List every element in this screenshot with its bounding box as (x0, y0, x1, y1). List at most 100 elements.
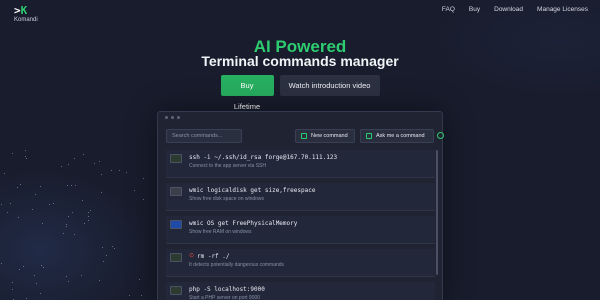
star (41, 223, 43, 225)
star (139, 279, 141, 281)
command-row[interactable]: php -S localhost:9000 Start a PHP server … (166, 282, 435, 300)
star (100, 192, 102, 194)
star (66, 184, 68, 186)
hero-subtitle: Terminal commands manager (201, 53, 399, 69)
search-input[interactable] (166, 129, 242, 143)
cmd-icon (170, 187, 182, 196)
star (52, 202, 54, 204)
star (60, 166, 62, 168)
command-row[interactable]: wmic logicaldisk get size,freespace Show … (166, 183, 435, 211)
command-description: Show free RAM on windows (189, 229, 252, 235)
command-text: php -S localhost:9000 (189, 286, 265, 293)
ask-command-button[interactable]: Ask me a command (360, 129, 434, 143)
star (3, 173, 5, 175)
star (34, 274, 36, 276)
new-command-button[interactable]: New command (295, 129, 355, 143)
star (71, 212, 73, 214)
command-list: ssh -i ~/.ssh/id_rsa forge@167.70.111.12… (166, 150, 435, 300)
star (74, 157, 76, 159)
star (39, 185, 41, 187)
command-text: wmic OS get FreePhysicalMemory (189, 220, 298, 227)
star (32, 209, 34, 211)
star (98, 161, 100, 163)
nav-faq[interactable]: FAQ (442, 6, 455, 13)
terminal-icon (170, 253, 182, 262)
command-text: ssh -i ~/.ssh/id_rsa forge@167.70.111.12… (189, 154, 338, 161)
window-dot-icon[interactable] (171, 116, 174, 119)
new-command-icon (301, 133, 307, 139)
star (88, 220, 90, 222)
nav-manage-licenses[interactable]: Manage Licenses (537, 6, 588, 13)
star (84, 223, 86, 225)
settings-gear-icon[interactable] (437, 132, 444, 139)
new-command-label: New command (311, 133, 348, 139)
nav-download[interactable]: Download (494, 6, 523, 13)
terminal-icon (170, 154, 182, 163)
star (11, 281, 13, 283)
star (140, 295, 142, 297)
window-dot-icon[interactable] (177, 116, 180, 119)
star (88, 211, 90, 213)
star (26, 157, 28, 159)
star (13, 298, 15, 300)
command-row[interactable]: wmic OS get FreePhysicalMemory Show free … (166, 216, 435, 244)
star (62, 232, 64, 234)
command-description: It detects potentially dangerous command… (189, 262, 285, 268)
hero-actions: Buy Lifetime Watch introduction video (0, 75, 600, 111)
star (134, 189, 136, 191)
star (34, 194, 36, 196)
logo-mark: >K (14, 4, 28, 17)
star (80, 274, 82, 276)
command-row[interactable]: ⊙ rm -rf ./ It detects potentially dangero… (166, 249, 435, 277)
star (99, 280, 101, 282)
star (18, 268, 20, 270)
star (87, 216, 89, 218)
powershell-icon (170, 220, 182, 229)
star (9, 203, 11, 205)
watch-video-button[interactable]: Watch introduction video (279, 75, 380, 96)
command-description: Connect to the app server via SSH (189, 163, 266, 169)
star (20, 183, 22, 185)
star (1, 263, 3, 265)
star (1, 203, 3, 205)
star (12, 153, 14, 155)
star (111, 169, 113, 171)
terminal-icon (170, 286, 182, 295)
nav-buy[interactable]: Buy (469, 6, 480, 13)
star (25, 155, 27, 157)
star (18, 216, 20, 218)
star (100, 173, 102, 175)
star (42, 267, 44, 269)
star (48, 203, 50, 205)
ai-chat-icon (366, 133, 372, 139)
ask-command-label: Ask me a command (376, 133, 425, 139)
star (102, 247, 104, 249)
star (93, 162, 95, 164)
star (65, 224, 67, 226)
star (126, 171, 128, 173)
star (113, 247, 115, 249)
star (17, 186, 19, 188)
star (68, 280, 70, 282)
app-toolbar: New command Ask me a command (166, 129, 444, 143)
star (40, 264, 42, 266)
star (90, 210, 92, 212)
star (66, 225, 68, 227)
command-text: rm -rf ./ (197, 253, 230, 260)
star (112, 246, 114, 248)
star (24, 150, 26, 152)
danger-warning-icon: ⊙ (189, 253, 195, 259)
star (25, 297, 27, 299)
buy-lifetime-button[interactable]: Buy Lifetime (220, 75, 274, 111)
star (73, 234, 75, 236)
command-description: Start a PHP server on port 9000 (189, 295, 261, 300)
star (70, 185, 72, 187)
window-dot-icon[interactable] (165, 116, 168, 119)
logo[interactable]: >K Komandi (14, 5, 42, 23)
star (74, 185, 76, 187)
star (40, 293, 41, 295)
command-row[interactable]: ssh -i ~/.ssh/id_rsa forge@167.70.111.12… (166, 150, 435, 178)
app-window: New command Ask me a command ssh -i ~/.s… (157, 111, 444, 300)
scrollbar[interactable] (436, 150, 438, 275)
star (83, 153, 85, 155)
